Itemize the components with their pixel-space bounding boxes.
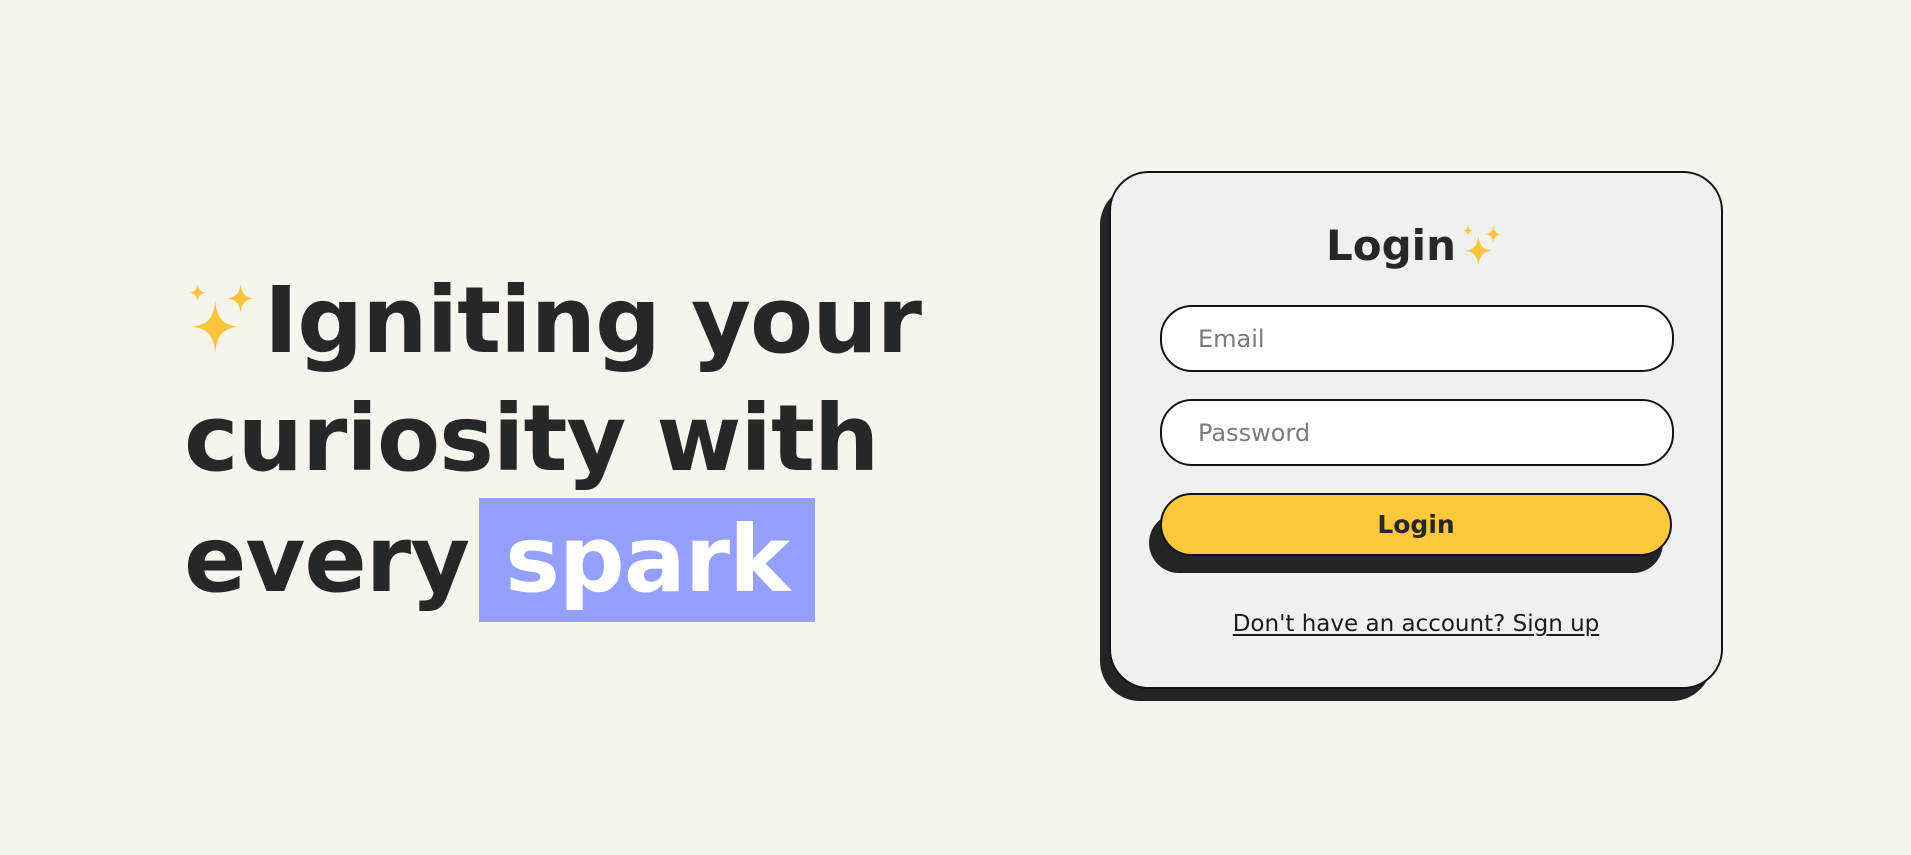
hero-line-1-text: Igniting your	[264, 267, 922, 374]
email-input[interactable]	[1162, 307, 1672, 370]
hero-line-1: Igniting your	[184, 262, 944, 380]
login-card: Login Login Don't have an account? Sign …	[1109, 171, 1723, 689]
hero-line-3-prefix: every	[184, 506, 470, 613]
hero-line-3: every spark	[184, 498, 944, 622]
highlight-word: spark	[479, 498, 816, 622]
sparkles-icon	[189, 283, 255, 353]
email-field-wrapper	[1160, 305, 1674, 372]
login-button[interactable]: Login	[1160, 493, 1672, 556]
password-input[interactable]	[1162, 401, 1672, 464]
hero-headline: Igniting your curiosity with every spark	[184, 262, 944, 622]
password-field-wrapper	[1160, 399, 1674, 466]
login-button-wrapper: Login	[1149, 493, 1673, 575]
login-title-text: Login	[1326, 221, 1456, 270]
hero-line-2: curiosity with	[184, 385, 879, 492]
signup-link[interactable]: Don't have an account? Sign up	[1111, 611, 1721, 637]
login-card-container: Login Login Don't have an account? Sign …	[1100, 171, 1723, 701]
sparkles-icon	[1463, 225, 1502, 266]
login-title: Login	[1111, 221, 1721, 271]
